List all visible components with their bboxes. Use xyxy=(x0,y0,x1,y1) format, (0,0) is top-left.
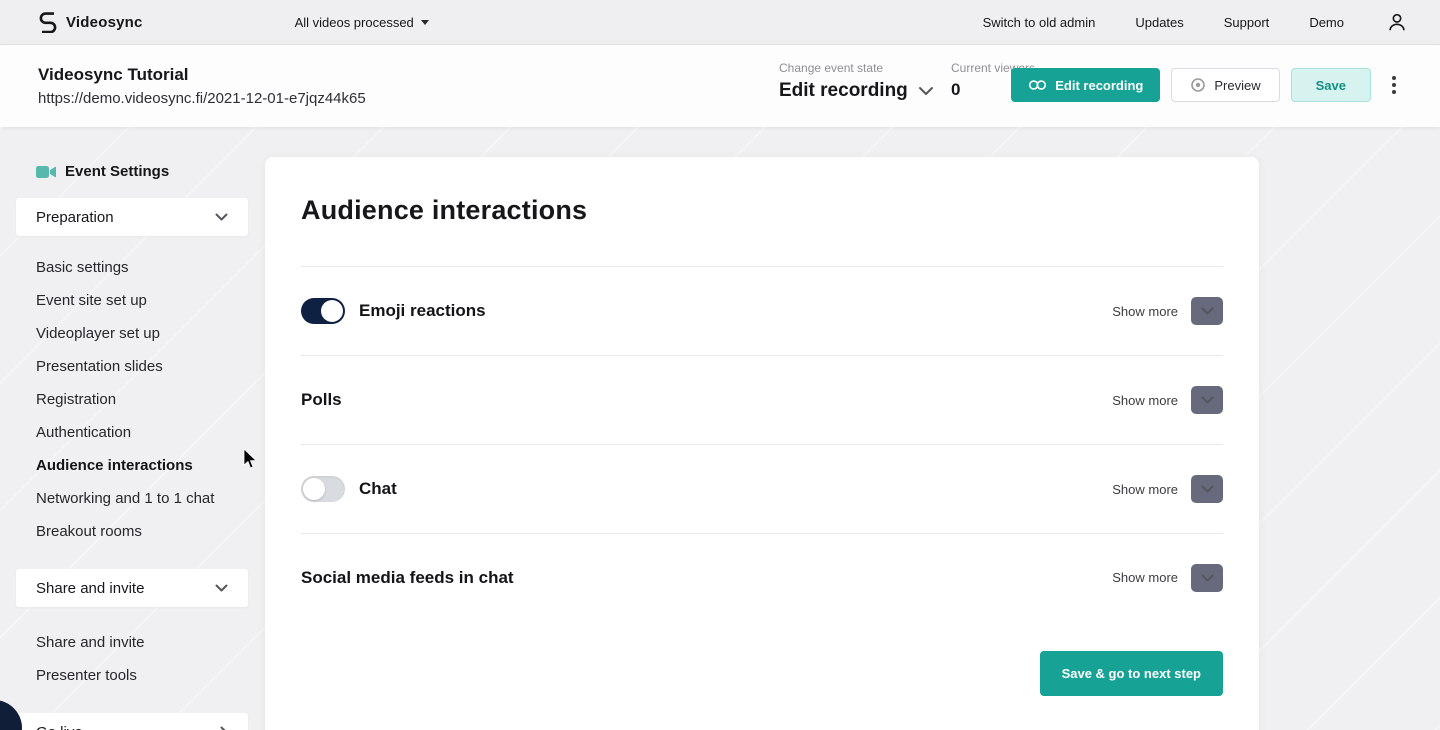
sidebar-item-event-site-set-up[interactable]: Event site set up xyxy=(16,285,248,318)
save-and-next-step-button[interactable]: Save & go to next step xyxy=(1040,651,1223,696)
chat-toggle[interactable] xyxy=(301,476,345,502)
videos-filter-label: All videos processed xyxy=(295,15,414,30)
header-actions: Edit recording Preview Save xyxy=(1011,68,1404,102)
event-header: Videosync Tutorial https://demo.videosyn… xyxy=(0,45,1440,127)
page-title: Audience interactions xyxy=(301,157,1223,267)
chevron-down-icon xyxy=(1201,574,1214,582)
brand-name: Videosync xyxy=(66,14,143,31)
edit-recording-button[interactable]: Edit recording xyxy=(1011,68,1160,102)
event-title: Videosync Tutorial xyxy=(38,65,366,85)
top-bar: Videosync All videos processed Switch to… xyxy=(0,0,1440,45)
sidebar-item-networking-1to1-chat[interactable]: Networking and 1 to 1 chat xyxy=(16,483,248,516)
sidebar-item-basic-settings[interactable]: Basic settings xyxy=(16,252,248,285)
save-label: Save xyxy=(1316,78,1346,93)
preview-button[interactable]: Preview xyxy=(1171,68,1279,102)
chevron-down-icon xyxy=(1201,485,1214,493)
event-state-label: Change event state xyxy=(779,61,934,75)
nav-updates[interactable]: Updates xyxy=(1135,15,1183,30)
user-menu-button[interactable] xyxy=(1386,11,1408,33)
sidebar-section-share-and-invite[interactable]: Share and invite xyxy=(16,569,248,607)
event-state-dropdown[interactable]: Edit recording xyxy=(779,80,934,102)
videos-filter-dropdown[interactable]: All videos processed xyxy=(295,15,429,30)
sidebar-item-share-and-invite[interactable]: Share and invite xyxy=(16,627,248,660)
show-more-link[interactable]: Show more xyxy=(1112,393,1178,408)
show-more-link[interactable]: Show more xyxy=(1112,570,1178,585)
sidebar-item-presentation-slides[interactable]: Presentation slides xyxy=(16,351,248,384)
sidebar-item-presenter-tools[interactable]: Presenter tools xyxy=(16,660,248,693)
chevron-down-icon xyxy=(1201,396,1214,404)
chevron-right-icon xyxy=(220,726,228,730)
setting-row-social-media-feeds: Social media feeds in chat Show more xyxy=(301,534,1223,621)
setting-row-polls: Polls Show more xyxy=(301,356,1223,445)
event-state-value: Edit recording xyxy=(779,80,908,102)
preview-label: Preview xyxy=(1214,78,1260,93)
nav-demo[interactable]: Demo xyxy=(1309,15,1344,30)
expand-button[interactable] xyxy=(1191,297,1223,325)
nav-support[interactable]: Support xyxy=(1224,15,1270,30)
expand-button[interactable] xyxy=(1191,386,1223,414)
recording-icon xyxy=(1028,78,1047,92)
videosync-logo[interactable]: Videosync xyxy=(38,11,143,33)
nav-switch-to-old-admin[interactable]: Switch to old admin xyxy=(983,15,1096,30)
sidebar-item-registration[interactable]: Registration xyxy=(16,384,248,417)
more-options-kebab-menu[interactable] xyxy=(1384,70,1404,100)
sidebar: Event Settings Preparation Basic setting… xyxy=(16,127,248,730)
social-media-feeds-label: Social media feeds in chat xyxy=(301,568,514,588)
preparation-label: Preparation xyxy=(36,209,114,226)
caret-down-icon xyxy=(421,20,429,25)
sidebar-item-authentication[interactable]: Authentication xyxy=(16,417,248,450)
go-live-label: Go live xyxy=(36,724,83,730)
audience-interactions-panel: Audience interactions Emoji reactions Sh… xyxy=(265,157,1259,730)
user-icon xyxy=(1386,11,1408,33)
chevron-down-icon xyxy=(1201,307,1214,315)
sidebar-item-audience-interactions[interactable]: Audience interactions xyxy=(16,450,248,483)
save-row: Save & go to next step xyxy=(301,651,1223,696)
show-more-link[interactable]: Show more xyxy=(1112,482,1178,497)
preparation-items: Basic settings Event site set up Videopl… xyxy=(16,252,248,549)
show-more-link[interactable]: Show more xyxy=(1112,304,1178,319)
polls-label: Polls xyxy=(301,390,342,410)
setting-row-chat: Chat Show more xyxy=(301,445,1223,534)
sidebar-section-preparation[interactable]: Preparation xyxy=(16,198,248,236)
sidebar-item-breakout-rooms[interactable]: Breakout rooms xyxy=(16,516,248,549)
videosync-logo-icon xyxy=(38,11,58,33)
event-state-block: Change event state Edit recording xyxy=(779,61,934,102)
expand-button[interactable] xyxy=(1191,475,1223,503)
chat-label: Chat xyxy=(359,479,397,499)
sidebar-item-videoplayer-set-up[interactable]: Videoplayer set up xyxy=(16,318,248,351)
chevron-down-icon xyxy=(215,584,228,592)
share-and-invite-label: Share and invite xyxy=(36,580,144,597)
preview-eye-icon xyxy=(1190,77,1206,93)
emoji-reactions-label: Emoji reactions xyxy=(359,301,486,321)
expand-button[interactable] xyxy=(1191,564,1223,592)
video-camera-icon xyxy=(36,165,56,179)
save-button[interactable]: Save xyxy=(1291,68,1371,102)
setting-row-emoji-reactions: Emoji reactions Show more xyxy=(301,267,1223,356)
event-settings-heading: Event Settings xyxy=(36,163,248,180)
sidebar-section-go-live[interactable]: Go live xyxy=(16,713,248,730)
chevron-down-icon xyxy=(215,213,228,221)
share-items: Share and invite Presenter tools xyxy=(16,627,248,693)
event-url: https://demo.videosync.fi/2021-12-01-e7j… xyxy=(38,90,366,107)
event-settings-title: Event Settings xyxy=(65,163,169,180)
chevron-down-icon xyxy=(918,86,934,96)
emoji-reactions-toggle[interactable] xyxy=(301,298,345,324)
top-nav: Switch to old admin Updates Support Demo xyxy=(983,15,1344,30)
edit-recording-label: Edit recording xyxy=(1055,78,1143,93)
